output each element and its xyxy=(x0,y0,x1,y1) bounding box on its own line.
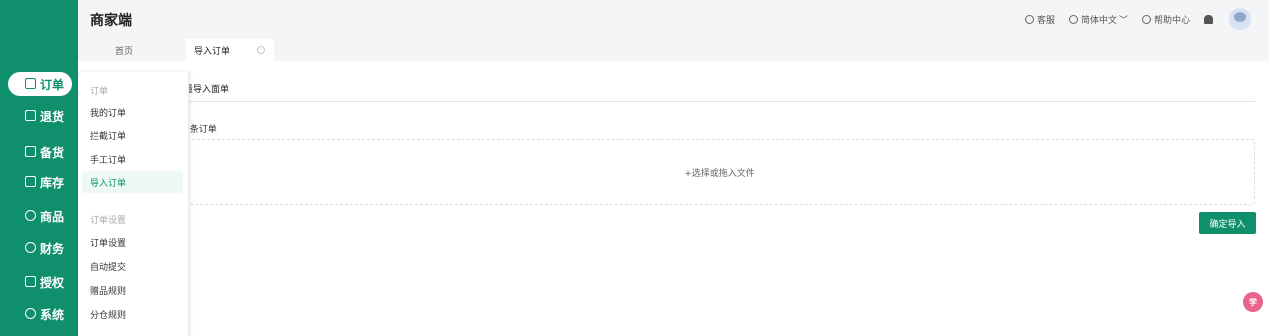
sidebar-item-label: 退货 xyxy=(40,109,65,124)
submenu-item-import-orders[interactable]: 导入订单 xyxy=(82,171,183,193)
upload-text: +选择或拖入文件 xyxy=(684,168,755,179)
divider xyxy=(184,101,1255,102)
submenu-item-warehouse-rules[interactable]: 分仓规则 xyxy=(82,303,183,325)
avatar[interactable] xyxy=(1229,8,1251,30)
sidebar-item-label: 备货 xyxy=(40,145,65,160)
tab-home[interactable]: 首页 xyxy=(78,39,170,61)
confirm-import-button[interactable]: 确定导入 xyxy=(1199,212,1256,234)
sidebar-item-finance[interactable]: 财务 xyxy=(8,236,72,260)
tab-import-orders-label: 导入订单 xyxy=(194,46,231,57)
submenu-item-intercepted-orders[interactable]: 拦截订单 xyxy=(82,124,183,146)
gear-icon xyxy=(25,308,36,319)
floating-assistant-icon[interactable]: 学 xyxy=(1243,292,1263,312)
submenu-item-auto-submit[interactable]: 自动提交 xyxy=(82,255,183,277)
submenu-group-title: 订单 xyxy=(90,87,109,97)
file-upload-dropzone[interactable]: +选择或拖入文件 xyxy=(184,139,1255,205)
help-center-link[interactable]: 帮助中心 xyxy=(1141,13,1190,26)
app-brand: 商家端 xyxy=(90,13,132,29)
customer-service-link[interactable]: 客服 xyxy=(1024,13,1055,26)
order-icon xyxy=(25,78,36,89)
sidebar-item-stocking[interactable]: 备货 xyxy=(8,140,72,164)
bag-icon xyxy=(25,210,36,221)
submenu-item-my-orders[interactable]: 我的订单 xyxy=(82,101,183,123)
sidebar-item-label: 订单 xyxy=(40,77,65,92)
language-selector[interactable]: 简体中文 ﹀ xyxy=(1068,13,1128,26)
top-right-toolbar: 客服 简体中文 ﹀ 帮助中心 xyxy=(1024,0,1269,38)
return-icon xyxy=(25,110,36,121)
page-heading: 量导入面单 xyxy=(184,85,230,95)
sidebar-item-authorization[interactable]: 授权 xyxy=(8,270,72,294)
sidebar-item-label: 授权 xyxy=(40,275,65,290)
bell-icon[interactable] xyxy=(1204,14,1213,24)
sidebar-item-returns[interactable]: 退货 xyxy=(8,104,72,128)
help-icon xyxy=(1141,14,1151,24)
help-center-label: 帮助中心 xyxy=(1153,15,1190,26)
orders-submenu: 订单 我的订单 拦截订单 手工订单 导入订单 订单设置 订单设置 自动提交 赠品… xyxy=(78,72,189,336)
finance-icon xyxy=(25,242,36,253)
sidebar-item-label: 库存 xyxy=(40,175,65,190)
globe-icon xyxy=(1068,14,1078,24)
customer-service-label: 客服 xyxy=(1036,15,1055,26)
language-label: 简体中文 xyxy=(1080,15,1117,26)
page-tabs: 首页 导入订单 xyxy=(78,37,1269,61)
chevron-down-icon: ﹀ xyxy=(1118,15,1128,26)
sidebar-item-products[interactable]: 商品 xyxy=(8,204,72,228)
sidebar-item-system[interactable]: 系统 xyxy=(8,302,72,326)
top-bar: 商家端 客服 简体中文 ﹀ 帮助中心 xyxy=(78,0,1269,38)
authorization-icon xyxy=(25,276,36,287)
submenu-item-gift-rules[interactable]: 赠品规则 xyxy=(82,279,183,301)
sidebar-item-orders[interactable]: 订单 xyxy=(8,72,72,96)
tab-import-orders[interactable]: 导入订单 xyxy=(186,39,274,61)
sidebar-item-inventory[interactable]: 库存 xyxy=(8,170,72,194)
submenu-item-manual-orders[interactable]: 手工订单 xyxy=(82,148,183,170)
stocking-icon xyxy=(25,146,36,157)
headset-icon xyxy=(1024,14,1034,24)
sidebar-item-label: 财务 xyxy=(40,241,65,256)
sidebar: 订单 退货 备货 库存 商品 财务 授权 系统 xyxy=(0,0,78,336)
submenu-group-title: 订单设置 xyxy=(90,216,127,226)
sidebar-item-label: 系统 xyxy=(40,307,65,322)
close-icon[interactable] xyxy=(257,46,265,54)
tab-home-label: 首页 xyxy=(114,46,133,57)
sidebar-item-label: 商品 xyxy=(40,209,65,224)
inventory-icon xyxy=(25,176,36,187)
submenu-item-order-settings[interactable]: 订单设置 xyxy=(82,231,183,253)
